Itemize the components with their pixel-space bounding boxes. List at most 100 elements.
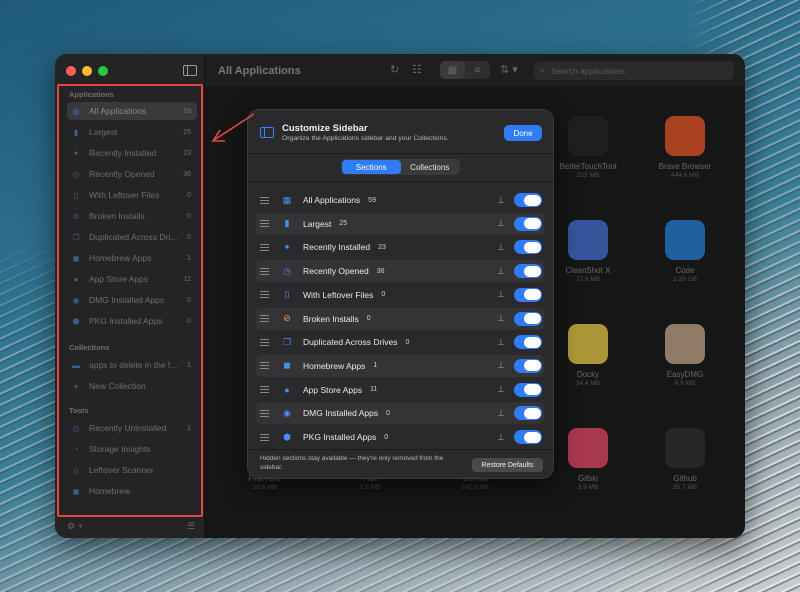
section-row: ◼ Homebrew Apps 1 ⊥ — [256, 354, 544, 377]
section-row: ✦ Recently Installed 23 ⊥ — [256, 236, 544, 258]
section-count: 0 — [386, 409, 391, 417]
pin-icon[interactable]: ⊥ — [497, 289, 505, 300]
section-row: ⬢ PKG Installed Apps 0 ⊥ — [256, 426, 544, 448]
pin-icon[interactable]: ⊥ — [497, 266, 505, 277]
section-label: With Leftover Files — [303, 289, 374, 300]
section-row: ▯ With Leftover Files 0 ⊥ — [256, 284, 544, 306]
clock-icon: ◷ — [283, 265, 291, 276]
refresh-icon[interactable]: ↻ — [390, 63, 399, 76]
filter-list-icon[interactable]: ☷ — [412, 63, 422, 76]
visibility-toggle[interactable] — [514, 311, 542, 326]
pin-icon[interactable]: ⊥ — [497, 360, 505, 371]
sparkle-icon: ✦ — [283, 241, 291, 252]
visibility-toggle[interactable] — [514, 240, 542, 255]
page-title: All Applications — [218, 65, 301, 77]
section-label: DMG Installed Apps — [303, 408, 379, 419]
annotation-arrow — [211, 113, 255, 142]
grid-view-icon[interactable]: ▦ — [440, 61, 465, 79]
disk-icon: ◉ — [283, 407, 291, 418]
drag-handle-icon[interactable] — [260, 291, 269, 299]
done-button[interactable]: Done — [504, 125, 542, 141]
search-icon: ⌕ — [540, 65, 545, 75]
drag-handle-icon[interactable] — [260, 433, 269, 441]
section-label: App Store Apps — [303, 384, 363, 395]
search-input[interactable]: ⌕ Search applications — [534, 61, 734, 80]
section-label: Homebrew Apps — [303, 360, 366, 371]
drag-handle-icon[interactable] — [260, 315, 269, 322]
pin-icon[interactable]: ⊥ — [497, 432, 505, 443]
divider — [248, 449, 553, 450]
section-count: 0 — [405, 338, 410, 346]
visibility-toggle[interactable] — [514, 193, 542, 207]
pin-icon[interactable]: ⊥ — [497, 242, 505, 253]
section-label: All Applications — [303, 195, 361, 205]
window-controls — [66, 66, 108, 76]
section-count: 0 — [384, 433, 389, 441]
bar-chart-icon: ▮ — [284, 218, 290, 229]
customize-sidebar-dialog: Customize Sidebar Organize the Applicati… — [247, 109, 554, 479]
visibility-toggle[interactable] — [514, 358, 542, 373]
drag-handle-icon[interactable] — [260, 220, 269, 228]
trash-doc-icon: ▯ — [284, 289, 290, 300]
section-count: 1 — [373, 362, 378, 370]
drag-handle-icon[interactable] — [260, 267, 269, 275]
zoom-window-button[interactable] — [98, 66, 108, 76]
list-view-icon[interactable]: ≡ — [465, 61, 490, 79]
highlight-box — [57, 84, 203, 517]
sidebar-settings-icon[interactable]: ⚙ + — [67, 521, 83, 532]
restore-defaults-button[interactable]: Restore Defaults — [472, 458, 543, 472]
mug-icon: ◼ — [283, 360, 291, 371]
section-row: ▮ Largest 25 ⊥ — [256, 212, 544, 235]
section-count: 11 — [370, 386, 378, 394]
drag-handle-icon[interactable] — [260, 386, 269, 394]
visibility-toggle[interactable] — [514, 216, 542, 231]
pin-icon[interactable]: ⊥ — [497, 218, 505, 229]
section-row: ◷ Recently Opened 36 ⊥ — [256, 260, 544, 283]
section-label: Recently Installed — [303, 242, 371, 253]
section-count: 0 — [366, 315, 371, 322]
section-row: ● App Store Apps 11 ⊥ — [256, 379, 544, 401]
drag-handle-icon[interactable] — [260, 338, 269, 346]
section-row: ⊘ Broken Installs 0 ⊥ — [256, 307, 544, 330]
visibility-toggle[interactable] — [514, 287, 542, 302]
divider — [248, 181, 553, 182]
visibility-toggle[interactable] — [514, 335, 542, 350]
sidebar-toggle-icon[interactable] — [183, 65, 197, 76]
section-row: ▦ All Applications 59 ⊥ — [256, 189, 544, 211]
footnote: Hidden sections stay available — they're… — [260, 455, 444, 471]
section-row: ◉ DMG Installed Apps 0 ⊥ — [256, 402, 544, 425]
sidebar-menu-icon[interactable]: ☰ — [187, 521, 195, 532]
section-label: Recently Opened — [303, 266, 369, 277]
pin-icon[interactable]: ⊥ — [497, 408, 505, 419]
visibility-toggle[interactable] — [514, 382, 542, 397]
pin-icon[interactable]: ⊥ — [497, 313, 505, 324]
drag-handle-icon[interactable] — [260, 196, 269, 204]
section-label: Broken Installs — [303, 313, 359, 324]
visibility-toggle[interactable] — [514, 264, 542, 279]
tab-sections[interactable]: Sections — [342, 160, 401, 174]
bandage-icon: ⊘ — [283, 313, 291, 323]
close-window-button[interactable] — [66, 66, 76, 76]
view-mode-toggle: ▦ ≡ — [440, 61, 490, 79]
section-count: 59 — [368, 196, 376, 204]
pin-icon[interactable]: ⊥ — [497, 337, 505, 348]
pin-icon[interactable]: ⊥ — [497, 195, 505, 206]
copy-icon: ❐ — [282, 336, 292, 347]
section-label: Largest — [303, 218, 332, 229]
minimize-window-button[interactable] — [82, 66, 92, 76]
sort-icon[interactable]: ⇅ ▾ — [500, 63, 518, 76]
tab-collections[interactable]: Collections — [401, 160, 460, 174]
drag-handle-icon[interactable] — [260, 243, 269, 251]
segmented-control: Sections Collections — [341, 159, 460, 175]
drag-handle-icon[interactable] — [260, 409, 269, 417]
section-count: 23 — [378, 243, 386, 251]
search-placeholder: Search applications — [550, 65, 625, 76]
sidebar-icon — [260, 127, 274, 138]
section-label: PKG Installed Apps — [303, 432, 377, 442]
pin-icon[interactable]: ⊥ — [497, 384, 505, 395]
drag-handle-icon[interactable] — [260, 362, 269, 370]
dialog-subtitle: Organize the Applications sidebar and yo… — [282, 135, 449, 142]
apple-icon: ● — [284, 384, 290, 395]
visibility-toggle[interactable] — [514, 406, 542, 421]
visibility-toggle[interactable] — [514, 430, 542, 444]
